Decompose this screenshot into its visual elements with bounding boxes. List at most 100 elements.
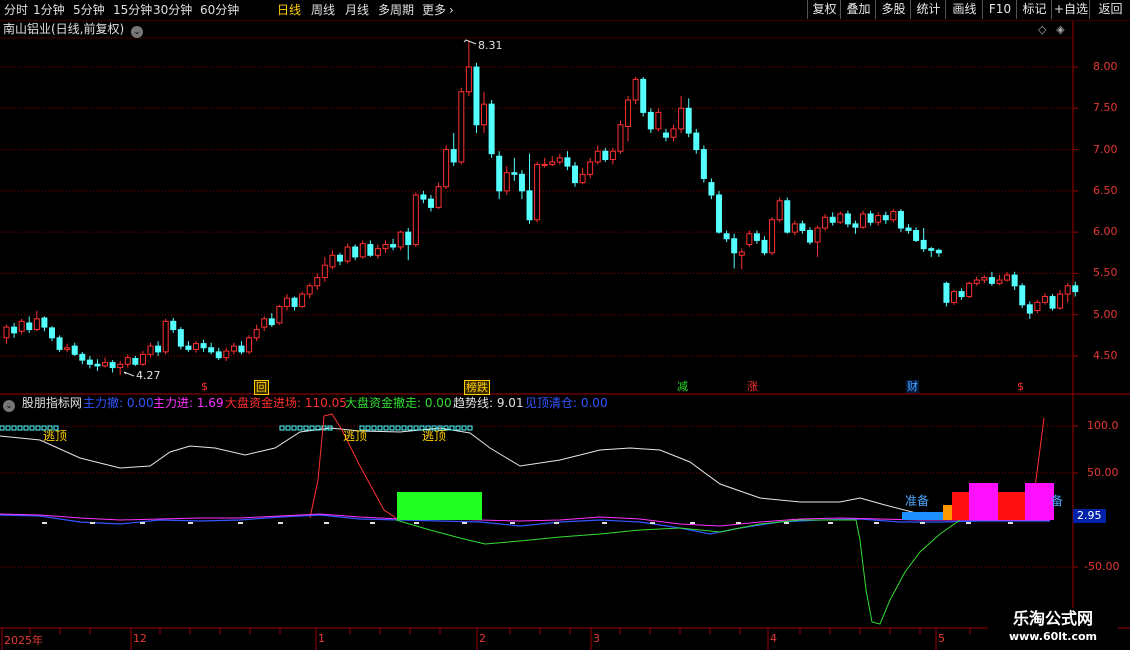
top-zone-mark — [285, 425, 291, 431]
period-1[interactable]: 1分钟 — [33, 2, 65, 18]
candle-body — [503, 172, 510, 192]
candle-body — [481, 103, 488, 126]
indicator-tick-label: 50.00 — [1087, 466, 1119, 479]
signal-5: 财 — [906, 380, 919, 393]
max-price-label: 8.31 — [478, 39, 503, 52]
top-zone-mark — [413, 425, 419, 431]
toolbar-button-3[interactable]: 统计 — [910, 0, 946, 19]
candle-body — [897, 211, 904, 229]
top-zone-mark — [371, 425, 377, 431]
candle-body — [973, 279, 980, 284]
candle-body — [996, 279, 1003, 284]
main-withdraw-line — [0, 514, 1050, 535]
settings-icon[interactable]: ◈ — [1056, 23, 1064, 36]
period-6[interactable]: 日线 — [277, 2, 301, 18]
signal-0: $ — [201, 380, 208, 393]
period-2[interactable]: 5分钟 — [73, 2, 105, 18]
zero-marker — [90, 522, 95, 524]
period-8[interactable]: 月线 — [345, 2, 369, 18]
candle-body — [625, 99, 632, 127]
indicator-tick-label: -50.00 — [1084, 560, 1120, 573]
top-zone-mark — [407, 425, 413, 431]
top-zone-mark — [5, 425, 11, 431]
top-zone-mark — [389, 425, 395, 431]
candle-body — [594, 150, 601, 163]
chevron-right-icon[interactable]: › — [449, 2, 454, 18]
time-label-6: 5 — [938, 632, 945, 645]
toolbar-button-8[interactable]: 返回 — [1089, 0, 1130, 19]
signal-2: 榜跌 — [464, 380, 490, 395]
period-10[interactable]: 更多 — [422, 2, 446, 18]
signal-3: 减 — [677, 380, 688, 393]
top-zone-mark — [467, 425, 473, 431]
top-zone-mark — [0, 425, 5, 431]
candle-body — [928, 248, 935, 251]
candle-body — [33, 318, 40, 331]
toolbar-button-4[interactable]: 画线 — [945, 0, 983, 19]
prepare-label: 准备 — [905, 494, 930, 508]
candle-body — [837, 213, 844, 223]
min-price-label: 4.27 — [136, 369, 161, 382]
orange-bar — [943, 505, 952, 520]
top-zone-mark — [17, 425, 23, 431]
magenta-bar-2 — [1025, 483, 1054, 520]
candle-body — [71, 345, 78, 355]
period-5[interactable]: 60分钟 — [200, 2, 239, 18]
candle-body — [200, 343, 207, 349]
toolbar-button-5[interactable]: F10 — [982, 0, 1017, 19]
candle-body — [905, 227, 912, 231]
candle-body — [352, 246, 359, 258]
candle-body — [450, 149, 457, 163]
candle-body — [427, 198, 434, 208]
candle-body — [882, 215, 889, 221]
candle-body — [306, 285, 313, 295]
min-pointer — [123, 371, 135, 377]
toolbar-button-2[interactable]: 多股 — [875, 0, 911, 19]
indicator-tick-label: 100.0 — [1087, 419, 1119, 432]
indicator-item-5: 见顶清仓: 0.00 — [525, 396, 608, 410]
diamond-icon[interactable]: ◇ — [1038, 23, 1046, 36]
candle-body — [390, 244, 397, 248]
candle-body — [541, 163, 548, 166]
candle-body — [875, 215, 882, 223]
magenta-bar-1 — [969, 483, 998, 520]
period-4[interactable]: 30分钟 — [153, 2, 192, 18]
candle-body — [405, 231, 412, 246]
chevron-down-icon[interactable]: ⌄ — [131, 26, 144, 38]
candle-body — [3, 326, 10, 339]
candle-body — [587, 161, 594, 175]
candle-body — [913, 229, 920, 241]
green-block — [397, 492, 482, 520]
candle-body — [94, 363, 101, 367]
zero-marker — [828, 522, 833, 524]
candle-body — [109, 362, 116, 369]
period-9[interactable]: 多周期 — [378, 2, 414, 18]
candle-body — [860, 213, 867, 228]
top-zone-mark — [303, 425, 309, 431]
candle-body — [662, 132, 669, 138]
candle-body — [41, 317, 48, 328]
indicator-settings-icon[interactable]: ⌄ — [3, 400, 15, 412]
top-zone-mark — [455, 425, 461, 431]
toolbar-button-6[interactable]: 标记 — [1016, 0, 1052, 19]
candle-body — [215, 351, 222, 359]
toolbar-button-1[interactable]: 叠加 — [840, 0, 876, 19]
candle-body — [283, 297, 290, 307]
candle-body — [367, 244, 374, 256]
candle-body — [549, 161, 556, 165]
period-0[interactable]: 分时 — [4, 2, 28, 18]
toolbar-button-7[interactable]: +自选 — [1051, 0, 1090, 19]
candle-body — [268, 318, 275, 326]
candle-body — [230, 345, 237, 352]
zero-marker — [736, 522, 741, 524]
period-7[interactable]: 周线 — [311, 2, 335, 18]
period-3[interactable]: 15分钟 — [113, 2, 152, 18]
candle-body — [443, 149, 450, 188]
candle-body — [18, 320, 25, 332]
top-zone-mark — [35, 425, 41, 431]
zero-marker — [690, 522, 695, 524]
candle-body — [79, 353, 86, 361]
candle-body — [966, 282, 973, 298]
top-label-1: 逃顶 — [43, 429, 68, 443]
toolbar-button-0[interactable]: 复权 — [807, 0, 841, 19]
